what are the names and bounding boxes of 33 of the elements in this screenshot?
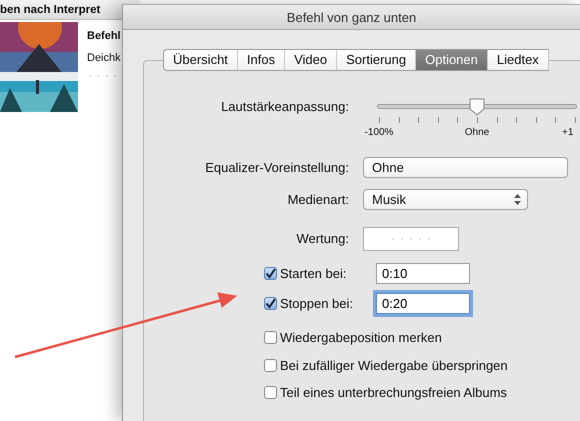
checkbox-label: Bei zufälliger Wiedergabe überspringen (280, 356, 508, 375)
field-label: Equalizer-Voreinstellung: (204, 158, 350, 177)
tab[interactable]: Infos (238, 50, 286, 70)
checkbox-label: Starten bei: (280, 264, 346, 283)
volume-slider[interactable] (377, 97, 577, 117)
field-label: Medienart: (286, 190, 350, 209)
checkbox[interactable] (264, 297, 277, 310)
time-field[interactable]: 0:10 (376, 263, 470, 284)
tick-label: Ohne (464, 126, 490, 140)
field-label: Lautstärkeanpassung: (220, 98, 350, 116)
tab[interactable]: Übersicht (164, 50, 238, 70)
window-title: Befehl von ganz unten (123, 5, 580, 30)
tick-label: +1 (562, 126, 574, 140)
tab[interactable]: Optionen (416, 50, 488, 70)
rating-field[interactable] (363, 227, 459, 251)
tab[interactable]: Video (285, 50, 338, 70)
slider-thumb[interactable] (469, 98, 485, 116)
checkbox[interactable] (264, 331, 277, 344)
column-header[interactable]: ben nach Interpret (0, 0, 140, 20)
stepper-arrows-icon (514, 194, 521, 205)
tick-label: -100% (364, 126, 394, 140)
checkbox[interactable] (264, 358, 277, 372)
checkbox[interactable] (264, 386, 277, 400)
media-type-dropdown[interactable]: Musik (363, 189, 528, 210)
time-field[interactable]: 0:20 (376, 293, 470, 314)
track-title: Befehl (87, 29, 121, 44)
field-label: Wertung: (295, 230, 350, 248)
artist-name: Deichk (87, 50, 121, 66)
checkbox-label: Stoppen bei: (280, 294, 354, 313)
checkbox-label: Teil eines unterbrechungsfreien Albums (280, 384, 507, 402)
equalizer-dropdown[interactable]: Ohne (363, 157, 568, 178)
checkbox-label: Wiedergabeposition merken (280, 329, 442, 347)
checkbox[interactable] (264, 267, 277, 280)
